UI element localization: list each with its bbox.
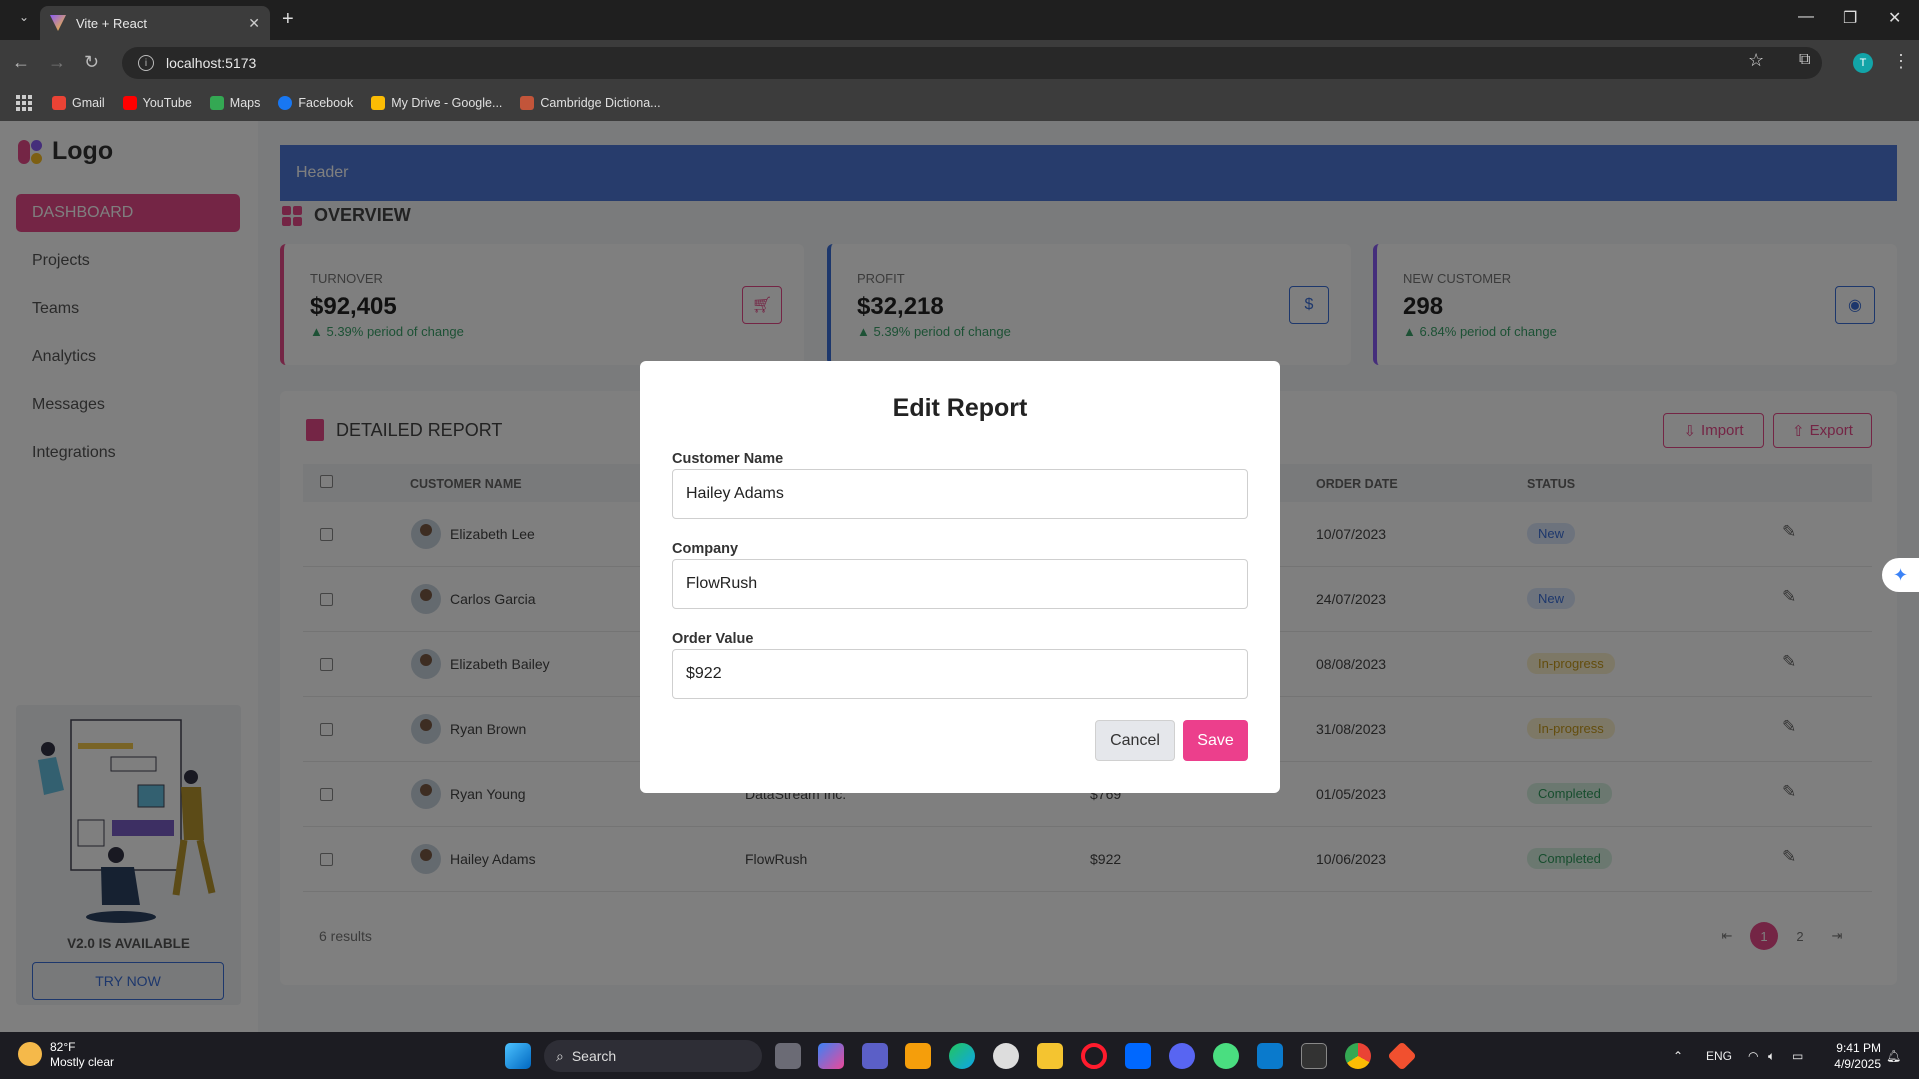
- order-value-input[interactable]: [672, 649, 1248, 699]
- discord-icon[interactable]: [1169, 1043, 1195, 1069]
- temperature: 82°F: [50, 1040, 76, 1054]
- chrome-icon[interactable]: [1345, 1043, 1371, 1069]
- git-app-icon[interactable]: [1213, 1043, 1239, 1069]
- minimize-icon[interactable]: —: [1798, 8, 1814, 26]
- bookmarks-bar: Gmail YouTube Maps Facebook My Drive - G…: [0, 84, 1919, 121]
- bookmark-cambridge[interactable]: Cambridge Dictiona...: [520, 95, 661, 110]
- store-icon[interactable]: [905, 1043, 931, 1069]
- browser-tab[interactable]: Vite + React ✕: [40, 6, 270, 40]
- bookmark-facebook[interactable]: Facebook: [278, 95, 354, 110]
- battery-icon[interactable]: ▭: [1792, 1049, 1803, 1063]
- taskbar-clock[interactable]: 9:41 PM 4/9/2025: [1823, 1040, 1881, 1072]
- forward-icon[interactable]: →: [48, 52, 66, 73]
- chrome-menu-icon[interactable]: ⋮: [1892, 51, 1910, 72]
- clock-time: 9:41 PM: [1836, 1041, 1881, 1055]
- bookmark-label: YouTube: [142, 95, 192, 110]
- profile-avatar[interactable]: T: [1853, 53, 1873, 73]
- weather-widget[interactable]: 82°F Mostly clear: [18, 1040, 114, 1070]
- tab-list-chevron-icon[interactable]: ⌄: [12, 10, 36, 30]
- volume-icon[interactable]: 🔈︎: [1768, 1049, 1775, 1064]
- teams-icon[interactable]: [862, 1043, 888, 1069]
- address-bar[interactable]: i localhost:5173: [122, 47, 1822, 79]
- bookmark-drive[interactable]: My Drive - Google...: [371, 95, 503, 110]
- opera-icon[interactable]: [1081, 1043, 1107, 1069]
- bookmark-maps[interactable]: Maps: [209, 95, 261, 110]
- search-icon: ⌕: [556, 1047, 564, 1064]
- weather-text: Mostly clear: [50, 1055, 115, 1069]
- cancel-button[interactable]: Cancel: [1095, 720, 1175, 761]
- copilot-icon[interactable]: [818, 1043, 844, 1069]
- new-tab-icon[interactable]: +: [282, 8, 294, 31]
- tab-close-icon[interactable]: ✕: [248, 15, 260, 32]
- clock-date: 4/9/2025: [1834, 1057, 1881, 1071]
- close-window-icon[interactable]: ✕: [1888, 8, 1901, 28]
- company-label: Company: [672, 541, 739, 557]
- company-input[interactable]: [672, 559, 1248, 609]
- zalo-icon[interactable]: [1125, 1043, 1151, 1069]
- customer-name-label: Customer Name: [672, 451, 784, 467]
- bookmark-label: My Drive - Google...: [391, 95, 503, 110]
- bookmark-label: Maps: [229, 95, 261, 110]
- tab-title: Vite + React: [76, 15, 147, 31]
- restore-icon[interactable]: ❐: [1843, 8, 1857, 28]
- bookmark-gmail[interactable]: Gmail: [52, 95, 105, 110]
- extensions-icon[interactable]: ⧉: [1799, 51, 1810, 69]
- tray-chevron-icon[interactable]: ⌃: [1673, 1049, 1683, 1063]
- apps-grid-icon[interactable]: [16, 94, 32, 111]
- notification-bell-icon[interactable]: 🔔︎: [1886, 1049, 1901, 1063]
- vite-favicon-icon: [50, 15, 66, 31]
- edge-icon[interactable]: [949, 1043, 975, 1069]
- url-text: localhost:5173: [166, 55, 257, 71]
- terminal-icon[interactable]: [1301, 1043, 1327, 1069]
- bookmark-star-icon[interactable]: ☆: [1748, 50, 1764, 71]
- customer-name-input[interactable]: [672, 469, 1248, 519]
- search-app-icon[interactable]: [993, 1043, 1019, 1069]
- wifi-icon[interactable]: ◠: [1748, 1049, 1758, 1063]
- site-info-icon[interactable]: i: [138, 55, 154, 71]
- back-icon[interactable]: ←: [12, 52, 30, 73]
- reload-icon[interactable]: ↻: [84, 52, 99, 73]
- bookmark-youtube[interactable]: YouTube: [122, 95, 192, 110]
- language-indicator[interactable]: ENG: [1706, 1049, 1732, 1063]
- save-button[interactable]: Save: [1183, 720, 1248, 761]
- sparkle-assistant-icon[interactable]: ✦: [1882, 558, 1919, 592]
- taskbar-search[interactable]: ⌕ Search: [544, 1040, 762, 1072]
- task-view-icon[interactable]: [775, 1043, 801, 1069]
- file-explorer-icon[interactable]: [1037, 1043, 1063, 1069]
- windows-start-icon[interactable]: [505, 1043, 531, 1069]
- weather-moon-icon: [18, 1042, 42, 1066]
- modal-title: Edit Report: [892, 394, 1028, 422]
- search-label: Search: [571, 1048, 617, 1064]
- order-value-label: Order Value: [672, 631, 754, 647]
- bookmark-label: Cambridge Dictiona...: [540, 95, 661, 110]
- bookmark-label: Facebook: [298, 95, 354, 110]
- vscode-icon[interactable]: [1257, 1043, 1283, 1069]
- bookmark-label: Gmail: [72, 95, 105, 110]
